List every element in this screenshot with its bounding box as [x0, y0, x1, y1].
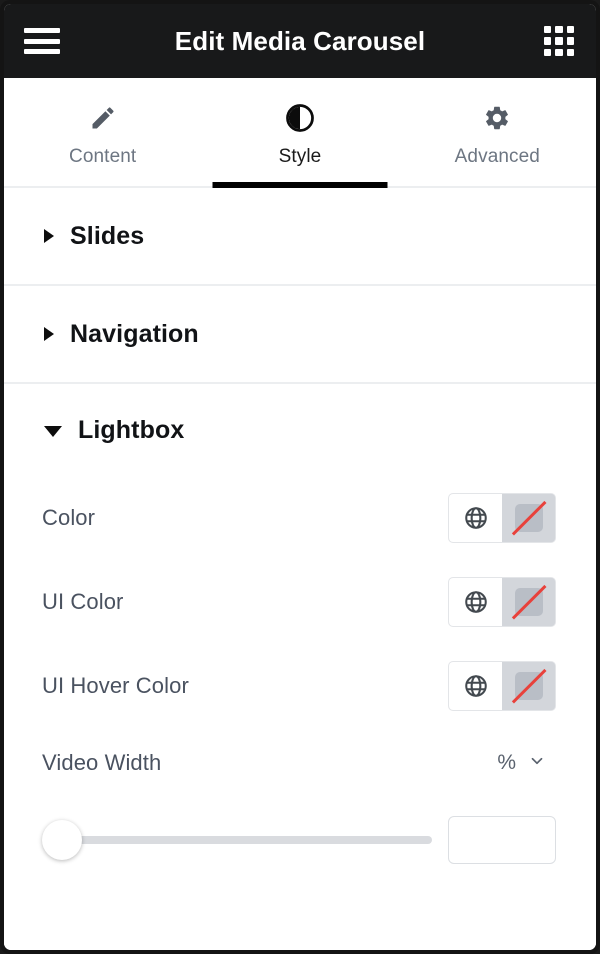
control-row-ui-hover-color: UI Hover Color — [42, 644, 556, 728]
contrast-icon — [285, 103, 315, 133]
ui-color-label: UI Color — [42, 589, 124, 614]
section-header-lightbox[interactable]: Lightbox — [4, 384, 596, 476]
apps-grid-icon[interactable] — [544, 26, 574, 56]
video-width-slider-row — [42, 802, 556, 878]
grid-cell — [544, 37, 552, 45]
lightbox-settings: Color UI Color UI Hover Color Video Widt… — [4, 476, 596, 908]
section-navigation: Navigation — [4, 286, 596, 384]
color-swatch-empty[interactable] — [502, 662, 555, 710]
globe-icon[interactable] — [449, 578, 502, 626]
section-lightbox: Lightbox Color UI Color UI Hover Color V… — [4, 384, 596, 908]
section-header-slides[interactable]: Slides — [4, 188, 596, 284]
device-frame: Edit Media Carousel Content Style Advanc… — [0, 0, 600, 954]
chevron-right-icon — [44, 327, 54, 341]
video-width-label: Video Width — [42, 750, 162, 775]
color-swatch-empty[interactable] — [502, 578, 555, 626]
unit-selector[interactable]: % — [497, 751, 556, 775]
tab-content[interactable]: Content — [4, 78, 201, 186]
section-header-navigation[interactable]: Navigation — [4, 286, 596, 382]
color-picker-ui-hover-color[interactable] — [448, 661, 556, 711]
tab-bar: Content Style Advanced — [4, 78, 596, 188]
grid-cell — [566, 26, 574, 34]
hamburger-bar — [24, 38, 60, 44]
slider-handle[interactable] — [42, 820, 82, 860]
tab-label: Content — [69, 145, 137, 167]
globe-icon[interactable] — [449, 494, 502, 542]
video-width-slider[interactable] — [42, 820, 432, 860]
grid-cell — [566, 48, 574, 56]
grid-cell — [566, 37, 574, 45]
color-label: Color — [42, 505, 96, 530]
hamburger-bar — [24, 28, 60, 33]
tab-label: Style — [278, 145, 322, 167]
ui-hover-color-label: UI Hover Color — [42, 673, 189, 698]
active-tab-indicator — [212, 182, 388, 188]
globe-icon[interactable] — [449, 662, 502, 710]
pencil-icon — [89, 103, 117, 133]
color-swatch-empty[interactable] — [502, 494, 555, 542]
hamburger-bar — [24, 49, 60, 54]
grid-cell — [544, 48, 552, 56]
section-title: Navigation — [70, 319, 199, 348]
grid-cell — [555, 26, 563, 34]
slider-track[interactable] — [60, 836, 432, 844]
color-picker-color[interactable] — [448, 493, 556, 543]
tab-style[interactable]: Style — [201, 78, 398, 188]
editor-panel: Edit Media Carousel Content Style Advanc… — [4, 4, 596, 950]
control-row-ui-color: UI Color — [42, 560, 556, 644]
tab-advanced[interactable]: Advanced — [399, 78, 596, 186]
chevron-down-icon — [44, 426, 62, 437]
control-row-video-width: Video Width % — [42, 728, 556, 798]
video-width-input[interactable] — [448, 816, 556, 864]
section-slides: Slides — [4, 188, 596, 286]
chevron-down-icon[interactable] — [528, 752, 546, 775]
section-title: Slides — [70, 221, 145, 250]
unit-label: % — [497, 751, 516, 774]
chevron-right-icon — [44, 229, 54, 243]
tab-label: Advanced — [454, 145, 540, 167]
grid-cell — [544, 26, 552, 34]
grid-cell — [555, 37, 563, 45]
page-title: Edit Media Carousel — [174, 25, 426, 56]
section-title: Lightbox — [78, 415, 185, 444]
control-row-color: Color — [42, 476, 556, 560]
hamburger-menu-icon[interactable] — [24, 28, 60, 54]
panel-header: Edit Media Carousel — [4, 4, 596, 78]
color-picker-ui-color[interactable] — [448, 577, 556, 627]
grid-cell — [555, 48, 563, 56]
panel-body: Slides Navigation Lightbox Color UI Colo… — [4, 188, 596, 950]
gear-icon — [483, 103, 511, 133]
